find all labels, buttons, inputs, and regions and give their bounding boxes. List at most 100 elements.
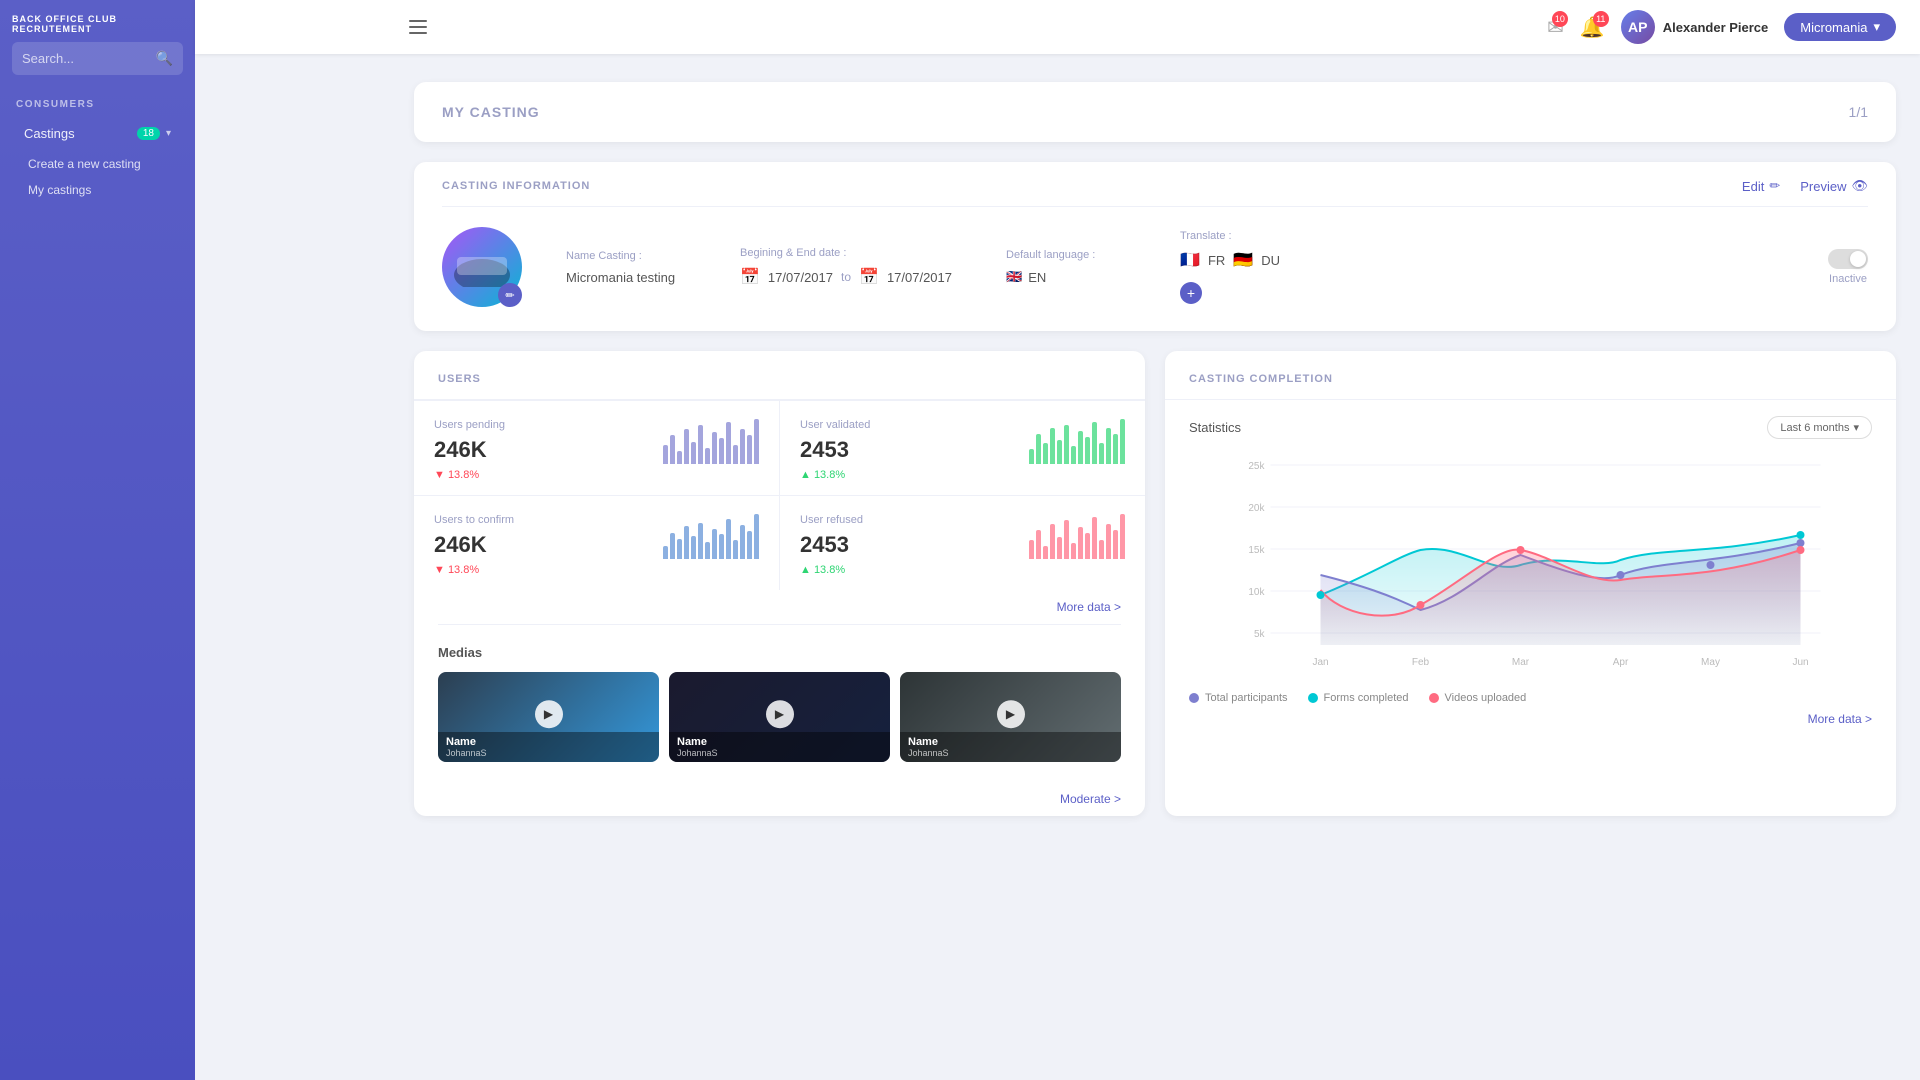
date-label: Begining & End date :: [740, 247, 952, 259]
bar: [670, 435, 675, 464]
more-data-link[interactable]: More data >: [414, 590, 1145, 624]
dot-pink-1: [1417, 601, 1425, 609]
bar: [1043, 443, 1048, 464]
casting-info-title: CASTING INFORMATION: [442, 180, 590, 192]
toggle-status-label: Inactive: [1829, 273, 1867, 285]
stat-change-1: ▲ 13.8%: [800, 469, 870, 481]
bar: [1029, 540, 1034, 559]
stat-label-3: User refused: [800, 514, 863, 526]
legend-dot-pink: [1429, 693, 1439, 703]
bar: [1099, 540, 1104, 559]
media-user-2: JohannaS: [908, 748, 1113, 758]
bar: [1078, 431, 1083, 464]
chevron-down-icon: ▾: [1853, 421, 1859, 434]
legend-label-0: Total participants: [1205, 692, 1288, 704]
stat-change-3: ▲ 13.8%: [800, 564, 863, 576]
bar: [712, 432, 717, 464]
media-name-1: Name: [677, 736, 882, 748]
bar: [747, 435, 752, 464]
media-user-0: JohannaS: [446, 748, 651, 758]
bar: [1057, 440, 1062, 464]
preview-button[interactable]: Preview 👁: [1800, 178, 1868, 194]
date-group: Begining & End date : 📅 17/07/2017 to 📅 …: [740, 247, 982, 287]
bar: [1036, 434, 1041, 464]
search-bar[interactable]: 🔍: [12, 42, 183, 75]
avatar-edit-button[interactable]: ✏: [498, 283, 522, 307]
bar: [1050, 428, 1055, 464]
default-lang-group: Default language : 🇬🇧 EN: [1006, 249, 1156, 285]
bar: [754, 514, 759, 559]
search-input[interactable]: [22, 51, 156, 66]
bar: [1036, 530, 1041, 559]
play-icon-2: ▶: [997, 700, 1025, 728]
bar: [705, 542, 710, 559]
main-content: MY CASTING 1/1 CASTING INFORMATION Edit …: [390, 54, 1920, 1080]
svg-text:Apr: Apr: [1613, 657, 1629, 668]
active-toggle[interactable]: [1828, 249, 1868, 269]
bar: [1078, 527, 1083, 559]
mail-badge: 10: [1552, 11, 1568, 27]
date-start: 17/07/2017: [768, 270, 833, 285]
chart-more-data[interactable]: More data >: [1189, 704, 1872, 726]
brand-dropdown[interactable]: Micromania ▾: [1784, 13, 1896, 41]
brand-label: Micromania: [1800, 20, 1867, 35]
chart-label: Statistics: [1189, 420, 1241, 435]
legend-label-1: Forms completed: [1324, 692, 1409, 704]
bar: [684, 526, 689, 559]
bar: [726, 422, 731, 464]
bar: [733, 540, 738, 559]
flag-fr-icon: 🇫🇷: [1180, 250, 1200, 270]
bar: [684, 429, 689, 464]
mini-chart-3: [1029, 514, 1125, 559]
sidebar-item-castings[interactable]: Castings 18 ▾: [8, 118, 187, 149]
media-thumb-1[interactable]: ▶ Name JohannaS: [669, 672, 890, 762]
sidebar-item-create-casting[interactable]: Create a new casting: [0, 151, 195, 177]
toggle-knob: [1850, 251, 1866, 267]
edit-label: Edit: [1742, 179, 1764, 194]
stat-change-0: ▼ 13.8%: [434, 469, 505, 481]
period-dropdown[interactable]: Last 6 months ▾: [1767, 416, 1872, 439]
legend-dot-cyan: [1308, 693, 1318, 703]
bar: [663, 546, 668, 559]
dot-purple-4: [1707, 561, 1715, 569]
svg-text:Jan: Jan: [1312, 657, 1328, 668]
casting-info-card: CASTING INFORMATION Edit ✏ Preview 👁: [414, 162, 1896, 331]
moderate-link[interactable]: Moderate >: [414, 782, 1145, 816]
bar: [691, 536, 696, 559]
media-thumb-2[interactable]: ▶ Name JohannaS: [900, 672, 1121, 762]
avatar: AP: [1621, 10, 1655, 44]
chart-header: Statistics Last 6 months ▾: [1189, 416, 1872, 439]
user-profile[interactable]: AP Alexander Pierce: [1621, 10, 1769, 44]
legend-videos-uploaded: Videos uploaded: [1429, 692, 1527, 704]
user-stats-grid: Users pending 246K ▼ 13.8% User validate…: [414, 400, 1145, 590]
stat-value-2: 246K: [434, 532, 514, 558]
bar: [1071, 543, 1076, 559]
hamburger-icon[interactable]: [405, 16, 431, 38]
preview-label: Preview: [1800, 179, 1846, 194]
media-user-1: JohannaS: [677, 748, 882, 758]
stat-user-refused: User refused 2453 ▲ 13.8%: [780, 496, 1145, 590]
bar: [1120, 419, 1125, 464]
svg-text:Jun: Jun: [1792, 657, 1808, 668]
translate-label: Translate :: [1180, 230, 1300, 242]
line-chart: 25k 20k 15k 10k 5k Jan Feb Mar Apr May J…: [1189, 455, 1872, 675]
media-thumb-0[interactable]: ▶ Name JohannaS: [438, 672, 659, 762]
completion-card: CASTING COMPLETION Statistics Last 6 mon…: [1165, 351, 1896, 816]
edit-button[interactable]: Edit ✏: [1742, 178, 1780, 194]
dot-cyan-0: [1317, 591, 1325, 599]
username-label: Alexander Pierce: [1663, 20, 1769, 35]
bar: [1085, 533, 1090, 559]
dot-pink-2: [1517, 546, 1525, 554]
stat-value-1: 2453: [800, 437, 870, 463]
bar: [712, 529, 717, 559]
chart-svg-wrap: 25k 20k 15k 10k 5k Jan Feb Mar Apr May J…: [1189, 455, 1872, 680]
bar: [719, 534, 724, 559]
consumers-section-label: CONSUMERS: [0, 91, 195, 116]
play-icon-1: ▶: [766, 700, 794, 728]
bar: [719, 438, 724, 464]
mail-icon-wrap[interactable]: ✉ 10: [1547, 15, 1564, 40]
add-language-button[interactable]: +: [1180, 282, 1202, 304]
bar: [1106, 524, 1111, 559]
notification-icon-wrap[interactable]: 🔔 11: [1580, 15, 1605, 40]
sidebar-item-my-castings[interactable]: My castings: [0, 177, 195, 203]
